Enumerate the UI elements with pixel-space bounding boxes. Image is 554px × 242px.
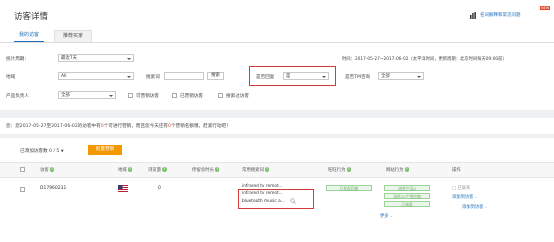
region-select[interactable]: All — [58, 72, 134, 80]
tm-select[interactable]: 全部 — [378, 72, 424, 80]
added-count: 已添加访客数 0 / 5 ▼ — [20, 149, 64, 154]
header-views: 浏览量? — [148, 167, 167, 173]
header-duration: 停留总时长? — [192, 167, 220, 173]
site-behavior-tag-3: 已询盘 — [384, 201, 430, 207]
chevron-down-icon: ⌄ — [474, 195, 478, 199]
table-panel: 已添加访客数 0 / 5 ▼ 批量营销 访客? 地域? 浏览量? 停留总时长? … — [0, 138, 554, 242]
ww-behavior-tag: 已发起回复 — [326, 185, 372, 191]
filters-panel: 统计周期： 最近7天 时间：2017-05-27~2017-06-02（太平洋时… — [0, 48, 554, 110]
chevron-down-icon — [109, 94, 113, 97]
replied-label: 是否回复 — [256, 75, 275, 80]
period-label: 统计周期： — [6, 57, 29, 62]
header-region: 地域? — [118, 167, 133, 173]
notice-text: 您：您2017-05-27至2017-06-02的访客中有0个可进行营销，而且您… — [6, 124, 231, 129]
chevron-down-icon — [417, 75, 421, 78]
site-behavior-tag-1: 浏览产品0 — [384, 185, 430, 191]
marketed-checkbox[interactable] — [172, 93, 177, 98]
owner-label: 产品负责人 — [6, 94, 29, 99]
us-flag-icon — [118, 185, 128, 192]
followed-checkbox[interactable] — [218, 93, 223, 98]
header-visitor: 访客? — [40, 167, 55, 173]
site-behavior-tag-2: 浏览10个供应商 — [384, 193, 430, 199]
new-badge: NEW — [540, 6, 551, 10]
chevron-down-icon: ⌄ — [484, 205, 488, 209]
time-info: 时间：2017-05-27~2017-06-02（太平洋时间，更新周期：北京时间… — [342, 57, 507, 62]
row-checkbox[interactable] — [20, 187, 25, 192]
table-header — [0, 162, 554, 178]
bar-chart-icon — [470, 12, 476, 19]
tm-label: 是否TM咨询 — [345, 75, 371, 80]
chevron-down-icon: ▼ — [60, 149, 64, 153]
chevron-down-icon — [127, 75, 131, 78]
marketable-checkbox[interactable] — [128, 93, 133, 98]
replied-select[interactable]: 是 — [283, 72, 329, 80]
more-link[interactable]: 更多 ⌄ — [380, 213, 392, 219]
chat-icon: □ — [452, 186, 457, 191]
owner-select[interactable]: 全部 — [58, 91, 116, 99]
action-contacted[interactable]: □ 已联系 — [452, 185, 470, 191]
tab-my-visitors[interactable]: 我的访客 — [14, 30, 44, 42]
header-site-behavior: 网站行为? — [386, 167, 410, 173]
marketable-label: 可营销访客 — [136, 94, 159, 99]
tab-recommended-buyers[interactable]: 推荐买家 — [54, 30, 92, 42]
select-all-checkbox[interactable] — [20, 167, 25, 172]
tab-divider — [0, 42, 554, 43]
notice-bar: 您：您2017-05-27至2017-06-02的访客中有0个可进行营销，而且您… — [0, 118, 554, 134]
help-link[interactable]: 名词解释和常见问题 — [480, 12, 521, 18]
header-ww-behavior: 旺旺行为? — [328, 167, 352, 173]
period-select[interactable]: 最近7天 — [58, 54, 134, 62]
followed-label: 搜索过访客 — [226, 94, 249, 99]
header-actions: 操作 — [452, 168, 461, 173]
header-panel: 访客详情 名词解释和常见问题 NEW 我的访客 推荐买家 — [0, 0, 554, 48]
views-value: 0 — [158, 186, 161, 191]
action-add-visitor-1[interactable]: 添加到访客 ⌄ — [452, 194, 477, 200]
chevron-down-icon: ⌄ — [389, 214, 393, 218]
header-search-terms: 常用搜索词? — [242, 167, 270, 173]
keyword-label: 搜索词 — [146, 75, 160, 80]
marketed-label: 已营销访客 — [180, 94, 203, 99]
page-title: 访客详情 — [14, 12, 49, 22]
search-button[interactable]: 搜索 — [207, 72, 224, 80]
action-add-visitor-2[interactable]: 添加到访客 ⌄ — [462, 204, 487, 210]
chevron-down-icon — [127, 57, 131, 60]
chevron-down-icon — [322, 75, 326, 78]
keyword-input[interactable] — [164, 72, 204, 80]
visitor-id[interactable]: D17960231 — [40, 186, 66, 191]
batch-marketing-button[interactable]: 批量营销 — [88, 145, 122, 155]
region-label: 地域 — [6, 75, 16, 80]
search-terms-highlight — [238, 189, 314, 209]
